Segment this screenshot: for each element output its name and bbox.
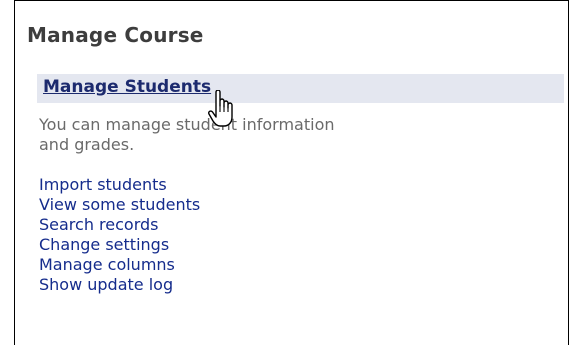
hand-pointer-icon [208, 90, 233, 127]
change-settings-link[interactable]: Change settings [39, 235, 200, 255]
manage-students-link[interactable]: Manage Students [43, 77, 211, 97]
view-some-students-link[interactable]: View some students [39, 195, 200, 215]
action-links-list: Import students View some students Searc… [39, 175, 200, 295]
manage-course-panel: Manage Course Manage Students You can ma… [14, 0, 569, 345]
import-students-link[interactable]: Import students [39, 175, 200, 195]
show-update-log-link[interactable]: Show update log [39, 275, 200, 295]
search-records-link[interactable]: Search records [39, 215, 200, 235]
manage-columns-link[interactable]: Manage columns [39, 255, 200, 275]
manage-students-header: Manage Students [37, 74, 564, 103]
panel-title: Manage Course [27, 23, 204, 47]
section-description: You can manage student information and g… [39, 115, 335, 154]
